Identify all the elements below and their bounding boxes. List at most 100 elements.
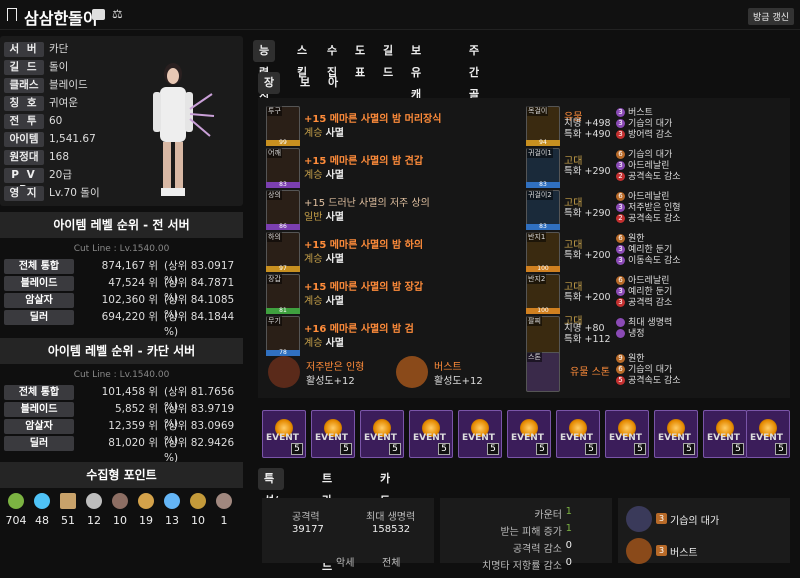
engrave-level: 3 [616,108,625,117]
slot-label: 어깨 [267,148,282,158]
accessory-grade: 고대 [564,282,583,293]
equip-slot-pants[interactable]: 하의 97 [266,232,300,272]
engrave-level: 3 [616,287,625,296]
profile-label: 칭 호 [4,96,44,111]
penalty-panel: 카운터 1 받는 피해 증가 1 공격력 감소 0 치명타 저항률 감소 0 [440,498,612,572]
accessory-earring1[interactable]: 귀걸이1 83 [526,148,560,188]
tab-tripod[interactable]: 트라이포드 [316,468,338,573]
scale-icon[interactable]: ⚖ [112,7,126,21]
engrave-line: 냉정 [616,329,645,340]
atk-down-label: 공격력 감소 [512,544,562,555]
rank-label: 딜러 [4,436,74,451]
rank-label: 블레이드 [4,276,74,291]
engrave-name: 기습의 대가 [628,119,673,129]
engrave-level: 6 [616,365,625,374]
card-label: EVENT [511,433,544,443]
collect-item: 13 [160,493,184,527]
bookmark-icon[interactable] [7,8,17,21]
island-heart-icon [34,493,50,509]
profile-label: 원정대 [4,150,44,165]
card-slot[interactable]: EVENT 5 [360,410,404,458]
tab-cards[interactable]: 카드 [374,468,396,507]
equip-name: +15 메마른 사멸의 밤 머리장식 [304,114,442,125]
accessory-grade: 고대 [564,156,583,167]
equip-set: 계승 [304,254,323,265]
slot-label: 목걸이 [527,106,549,116]
card-slot[interactable]: EVENT 5 [311,410,355,458]
tab-stats[interactable]: 능력치 [253,40,276,101]
tab-collect[interactable]: 수집 [321,40,343,79]
accessory-ring1[interactable]: 반지1 100 [526,232,560,272]
engrave-level [616,318,625,327]
accessory-necklace[interactable]: 목걸이 94 [526,106,560,146]
quality-bar: 83 [526,224,560,230]
artwork-icon [60,493,76,509]
tab-guild[interactable]: 길드 [377,40,399,79]
card-label: EVENT [560,433,593,443]
accessory-stat: 특화 +112 [564,334,611,345]
engrave-line: 6 기습의 대가 [616,365,672,376]
rank-label: 딜러 [4,310,74,325]
card-slot[interactable]: EVENT 5 [262,410,306,458]
tab-weekly-gold[interactable]: 주간골드획득 [463,40,485,167]
card-icon[interactable] [92,9,105,20]
engrave-book-level: 활성도+12 [434,376,483,387]
tab-engravings[interactable]: 특성/각인 [258,468,285,551]
card-slot[interactable]: EVENT 5 [556,410,600,458]
card-slot[interactable]: EVENT 5 [746,410,790,458]
accessory-ring2[interactable]: 반지2 100 [526,274,560,314]
refresh-button[interactable]: 방금 갱신 [748,8,794,25]
tab-gems[interactable]: 보석 [294,72,316,111]
equip-slot-gloves[interactable]: 장갑 81 [266,274,300,314]
mokoko-seed-icon [8,493,24,509]
equip-slot-weapon[interactable]: 무기 78 [266,316,300,356]
tab-equipment[interactable]: 장비 [258,72,281,111]
quality-bar: 83 [526,182,560,188]
card-slot[interactable]: EVENT 5 [507,410,551,458]
world-tree-leaf-icon [164,493,180,509]
card-slot[interactable]: EVENT 5 [654,410,698,458]
rank-row: 전체 통합 101,458 위 (상위 81.7656 %) [4,385,240,413]
accessory-stat: 특화 +290 [564,208,611,219]
engrave-name: 기습의 대가 [628,365,673,375]
engrave-level: 6 [616,276,625,285]
equip-slot-shoulder[interactable]: 어깨 83 [266,148,300,188]
card-slot[interactable]: EVENT 5 [458,410,502,458]
ambush-master-icon [626,506,652,532]
card-slot[interactable]: EVENT 5 [409,410,453,458]
col-accessory: 악세 [336,558,355,569]
engrave-name: 저주받은 인형 [628,203,681,213]
ability-stone[interactable]: 스톤 [526,352,560,392]
card-slot[interactable]: EVENT 5 [703,410,747,458]
accessory-bracelet[interactable]: 팔찌 [526,316,560,356]
engrave-level: 6 [616,192,625,201]
tab-chart[interactable]: 도표 [349,40,371,79]
accessory-earring2[interactable]: 귀걸이2 83 [526,190,560,230]
engrave-level: 3 [616,130,625,139]
slot-label: 귀걸이1 [527,148,553,158]
engrave-name: 공격속도 감소 [628,214,681,224]
col-total: 전체 [382,558,401,569]
collect-value: 10 [113,514,127,527]
card-slot[interactable]: EVENT 5 [605,410,649,458]
collect-value: 12 [87,514,101,527]
accessory-stat: 치명 +80 [564,323,605,334]
character-name: 삼삼한돌이 [24,9,98,28]
rank-all-title: 아이템 레벨 순위 - 전 서버 [0,212,243,238]
tab-skill[interactable]: 스킬 [291,40,313,79]
tab-avatar[interactable]: 아바타 [322,72,344,133]
top-bar: 삼삼한돌이 ⚖ 방금 갱신 [0,0,800,30]
hp-label: 최대 생명력 [366,512,416,523]
equip-slot-helmet[interactable]: 투구 99 [266,106,300,146]
card-awaken: 5 [438,443,450,455]
tab-characters[interactable]: 보유 캐릭터 [405,40,427,145]
profile-value: 돌이 [49,61,69,73]
dmg-taken-value: 1 [565,523,572,534]
engrave-name: 기습의 대가 [628,150,673,160]
card-label: EVENT [364,433,397,443]
card-label: EVENT [609,433,642,443]
engrave-level: 9 [616,354,625,363]
equip-slot-chest[interactable]: 상의 86 [266,190,300,230]
engrave-level-badge: 3 [656,545,667,556]
collect-item: 704 [4,493,28,527]
